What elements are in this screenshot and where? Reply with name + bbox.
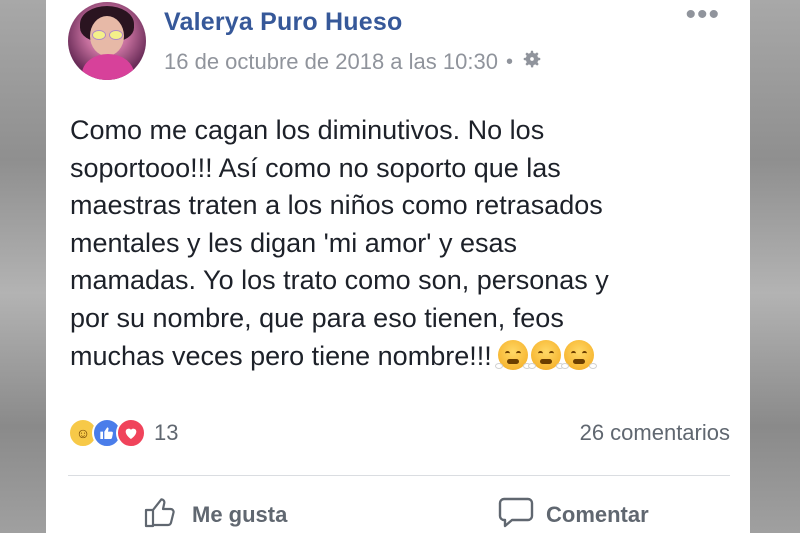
reaction-count: 13 <box>154 420 179 445</box>
author-name[interactable]: Valerya Puro Hueso <box>164 8 402 37</box>
thumbs-up-icon <box>144 496 180 533</box>
divider <box>68 475 730 476</box>
like-label: Me gusta <box>192 502 288 527</box>
more-options-icon[interactable]: ••• <box>685 0 720 30</box>
background-right-edge <box>750 0 800 533</box>
angry-steam-emoji <box>527 339 564 370</box>
post-timestamp[interactable]: 16 de octubre de 2018 a las 10:30 <box>164 49 498 75</box>
love-icon <box>116 418 146 448</box>
comment-count-link[interactable]: 26 comentarios <box>580 420 730 446</box>
avatar[interactable] <box>68 2 146 80</box>
avatar-body <box>82 54 134 80</box>
comment-bubble-icon <box>498 496 534 533</box>
post-meta: 16 de octubre de 2018 a las 10:30 • <box>164 48 543 76</box>
post-text: Como me cagan los diminutivos. No los so… <box>70 115 609 371</box>
post-body: Como me cagan los diminutivos. No los so… <box>70 112 720 375</box>
comment-label: Comentar <box>546 502 649 527</box>
angry-steam-emoji <box>560 339 597 370</box>
gear-icon[interactable] <box>521 48 543 76</box>
avatar-glasses-left <box>92 30 106 40</box>
meta-separator: • <box>505 50 513 73</box>
post-card: Valerya Puro Hueso 16 de octubre de 2018… <box>46 0 750 533</box>
reactions-summary[interactable]: ☺ 13 <box>68 418 178 448</box>
comment-button[interactable]: Comentar <box>498 496 649 533</box>
avatar-glasses-right <box>109 30 123 40</box>
like-button[interactable]: Me gusta <box>144 496 287 533</box>
background-left-edge <box>0 0 46 533</box>
emoji-group <box>494 339 597 370</box>
angry-steam-emoji <box>494 339 531 370</box>
